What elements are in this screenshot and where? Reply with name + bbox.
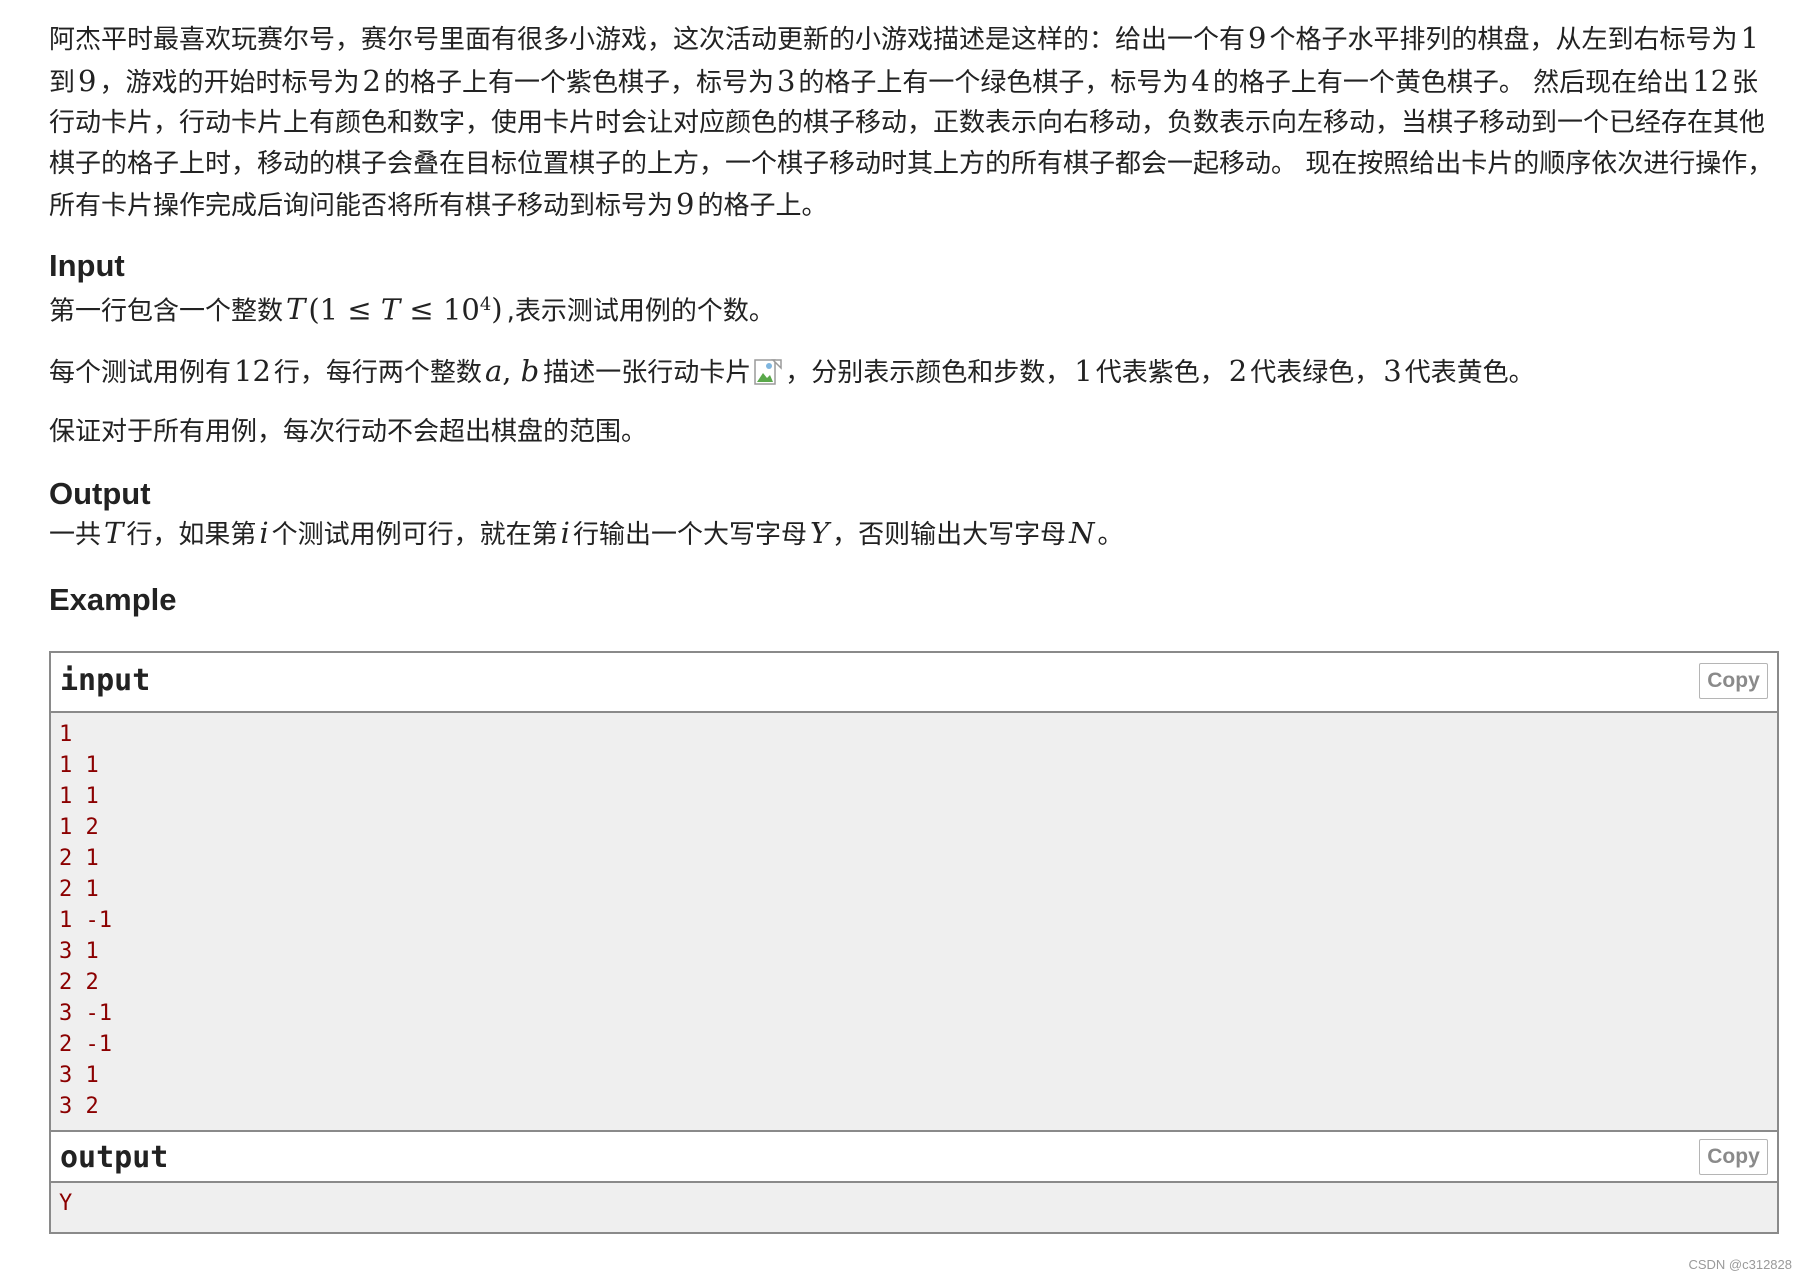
math: 12 (1692, 63, 1730, 98)
math-var: T (104, 515, 124, 550)
text: 每个测试用例有 (49, 357, 232, 388)
text: ,表示测试用例的个数。 (506, 296, 775, 327)
text: 的格子上有一个绿色棋子，标号为 (798, 67, 1189, 98)
math: 9 (1248, 21, 1267, 55)
sample-line: 3 1 (59, 939, 99, 964)
sample-line: 2 -1 (59, 1032, 112, 1057)
output-heading: Output (49, 475, 151, 511)
math: 3 (1383, 353, 1402, 388)
text: 代表绿色， (1250, 357, 1381, 388)
text: 个格子水平排列的棋盘，从左到右标号为 (1269, 25, 1738, 55)
output-sample: Y (51, 1188, 1777, 1219)
output-description: 一共 T 行，如果第 i 个测试用例可行，就在第 i 行输出一个大写字母 Y ，否则输出大写字母… (49, 513, 1779, 556)
output-header: output Copy (51, 1132, 1777, 1181)
math: 2 (362, 63, 381, 98)
sample-line: 2 2 (59, 970, 99, 995)
math-var: i (560, 515, 570, 550)
math: 2 (1228, 353, 1248, 388)
output-label: output (60, 1140, 169, 1175)
input-header: input Copy (51, 653, 1777, 711)
sample-line: Y (59, 1191, 73, 1216)
divider (51, 1181, 1777, 1183)
watermark: CSDN @c312828 (1688, 1257, 1792, 1272)
text: 代表紫色， (1095, 357, 1226, 388)
description-paragraph: 阿杰平时最喜欢玩赛尔号，赛尔号里面有很多小游戏，这次活动更新的小游戏描述是这样的… (49, 18, 1779, 227)
sample-line: 1 1 (59, 784, 99, 809)
math: , (502, 353, 521, 388)
math-var: a (484, 353, 503, 388)
math: 9 (676, 187, 695, 221)
math: 1 (1074, 353, 1093, 388)
text: 描述一张行动卡片 (543, 357, 752, 388)
sample-line: 1 (59, 722, 73, 747)
math-var: N (1069, 515, 1095, 550)
text: 第一行包含一个整数 (49, 296, 284, 327)
math: (1 ≤ (308, 292, 381, 327)
sample-line: 2 1 (59, 877, 99, 902)
text: ，游戏的开始时标号为 (99, 67, 360, 98)
input-line-3: 保证对于所有用例，每次行动不会超出棋盘的范围。 (49, 417, 648, 448)
input-sample: 1 1 1 1 1 1 2 2 1 2 1 1 -1 3 1 2 2 3 -1 2 -1 3 1 3 2 (51, 719, 1777, 1122)
sample-line: 3 2 (59, 1094, 99, 1119)
text: 一共 (49, 519, 102, 550)
math: 12 (234, 353, 271, 388)
input-line-1: 第一行包含一个整数 T (1 ≤ T ≤ 104) ,表示测试用例的个数。 (49, 285, 1779, 332)
math: 4 (1191, 63, 1210, 98)
math-exponent: 4 (479, 293, 492, 315)
sample-line: 3 -1 (59, 1001, 112, 1026)
text: 的格子上有一个黄色棋子。 然后现在给出 (1212, 67, 1690, 98)
problem-statement: 阿杰平时最喜欢玩赛尔号，赛尔号里面有很多小游戏，这次活动更新的小游戏描述是这样的… (49, 18, 1779, 619)
sample-line: 1 1 (59, 753, 99, 778)
math-var: i (259, 515, 269, 550)
text: 代表黄色。 (1404, 357, 1535, 388)
text: 行，如果第 (126, 519, 257, 550)
text: 个测试用例可行，就在第 (271, 519, 558, 550)
math: ≤ 10 (400, 292, 480, 327)
text: ，否则输出大写字母 (832, 519, 1067, 550)
sample-line: 1 -1 (59, 908, 112, 933)
broken-image-icon (753, 357, 783, 387)
sample-line: 1 2 (59, 815, 99, 840)
text: 到 (49, 67, 76, 98)
math: 9 (78, 63, 97, 98)
input-label: input (60, 663, 151, 698)
math: ) (491, 292, 503, 327)
text: 阿杰平时最喜欢玩赛尔号，赛尔号里面有很多小游戏，这次活动更新的小游戏描述是这样的… (49, 25, 1246, 55)
math-var: Y (809, 515, 830, 550)
copy-output-button[interactable]: Copy (1699, 1139, 1768, 1175)
text: 的格子上。 (697, 191, 828, 221)
text: ，分别表示颜色和步数， (785, 357, 1072, 388)
math-var: b (520, 353, 540, 388)
input-line-2: 每个测试用例有 12 行，每行两个整数 a, b 描述一张行动卡片 ，分别表示颜色和步数，… (49, 351, 1779, 394)
text: 的格子上有一个紫色棋子，标号为 (383, 67, 774, 98)
math: 3 (776, 63, 796, 98)
sample-line: 3 1 (59, 1063, 99, 1088)
example-heading: Example (49, 582, 177, 618)
text: 行输出一个大写字母 (572, 519, 807, 550)
math-var: T (380, 292, 401, 327)
math: 1 (1740, 21, 1759, 55)
copy-input-button[interactable]: Copy (1699, 663, 1768, 699)
math-var: T (286, 292, 306, 327)
example-box: input Copy 1 1 1 1 1 1 2 2 1 2 1 1 -1 3 1 2 2 3 -… (49, 651, 1779, 1234)
divider (51, 711, 1777, 713)
text: 。 (1097, 519, 1124, 550)
input-heading: Input (49, 247, 125, 283)
text: 行，每行两个整数 (273, 357, 482, 388)
sample-line: 2 1 (59, 846, 99, 871)
